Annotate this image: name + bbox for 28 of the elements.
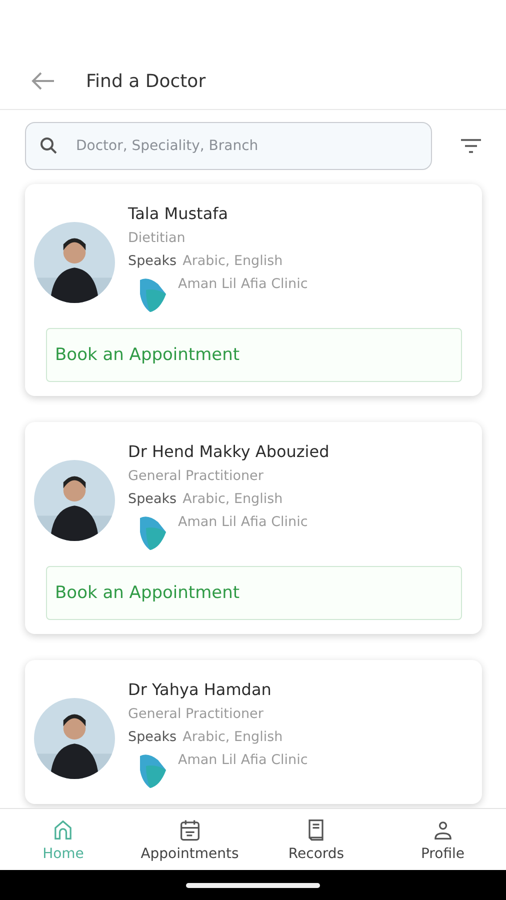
- clinic-name: Aman Lil Afia Clinic: [178, 514, 308, 530]
- back-button[interactable]: [30, 71, 56, 91]
- book-appointment-button[interactable]: Book an Appointment: [46, 566, 462, 620]
- languages-text: Arabic, English: [182, 491, 283, 507]
- book-appointment-button[interactable]: Book an Appointment: [46, 328, 462, 382]
- speaks-label: Speaks: [128, 253, 177, 269]
- doctor-specialty: Dietitian: [128, 230, 186, 246]
- clinic-name: Aman Lil Afia Clinic: [178, 752, 308, 768]
- nav-tab[interactable]: Profile: [380, 809, 506, 870]
- nav-tab[interactable]: Records: [253, 809, 380, 870]
- doctor-card[interactable]: Dr Yahya Hamdan General Practitioner Speaks Arabic, English Aman Lil Afia Clinic: [25, 660, 482, 804]
- doctor-specialty: General Practitioner: [128, 706, 264, 722]
- search-icon: [40, 137, 58, 155]
- speaks-label: Speaks: [128, 491, 177, 507]
- languages-text: Arabic, English: [182, 729, 283, 745]
- nav-tab[interactable]: Appointments: [126, 809, 253, 870]
- filter-button[interactable]: [460, 138, 482, 154]
- page-title: Find a Doctor: [86, 70, 206, 92]
- doctor-specialty: General Practitioner: [128, 468, 264, 484]
- doctor-name: Dr Yahya Hamdan: [128, 680, 272, 699]
- doctor-name: Dr Hend Makky Abouzied: [128, 442, 330, 461]
- clinic-name: Aman Lil Afia Clinic: [178, 276, 308, 292]
- doctor-card[interactable]: Tala Mustafa Dietitian Speaks Arabic, English Aman Lil Afia Clinic Book an Appointment: [25, 184, 482, 396]
- doctor-card[interactable]: Dr Hend Makky Abouzied General Practitioner Speaks Arabic, English Aman Lil Afia Clinic Book an Appointment: [25, 422, 482, 634]
- speaks-label: Speaks: [128, 729, 177, 745]
- doctor-name: Tala Mustafa: [128, 204, 230, 223]
- languages-text: Arabic, English: [182, 253, 283, 269]
- search-field[interactable]: Doctor, Speciality, Branch: [25, 122, 432, 170]
